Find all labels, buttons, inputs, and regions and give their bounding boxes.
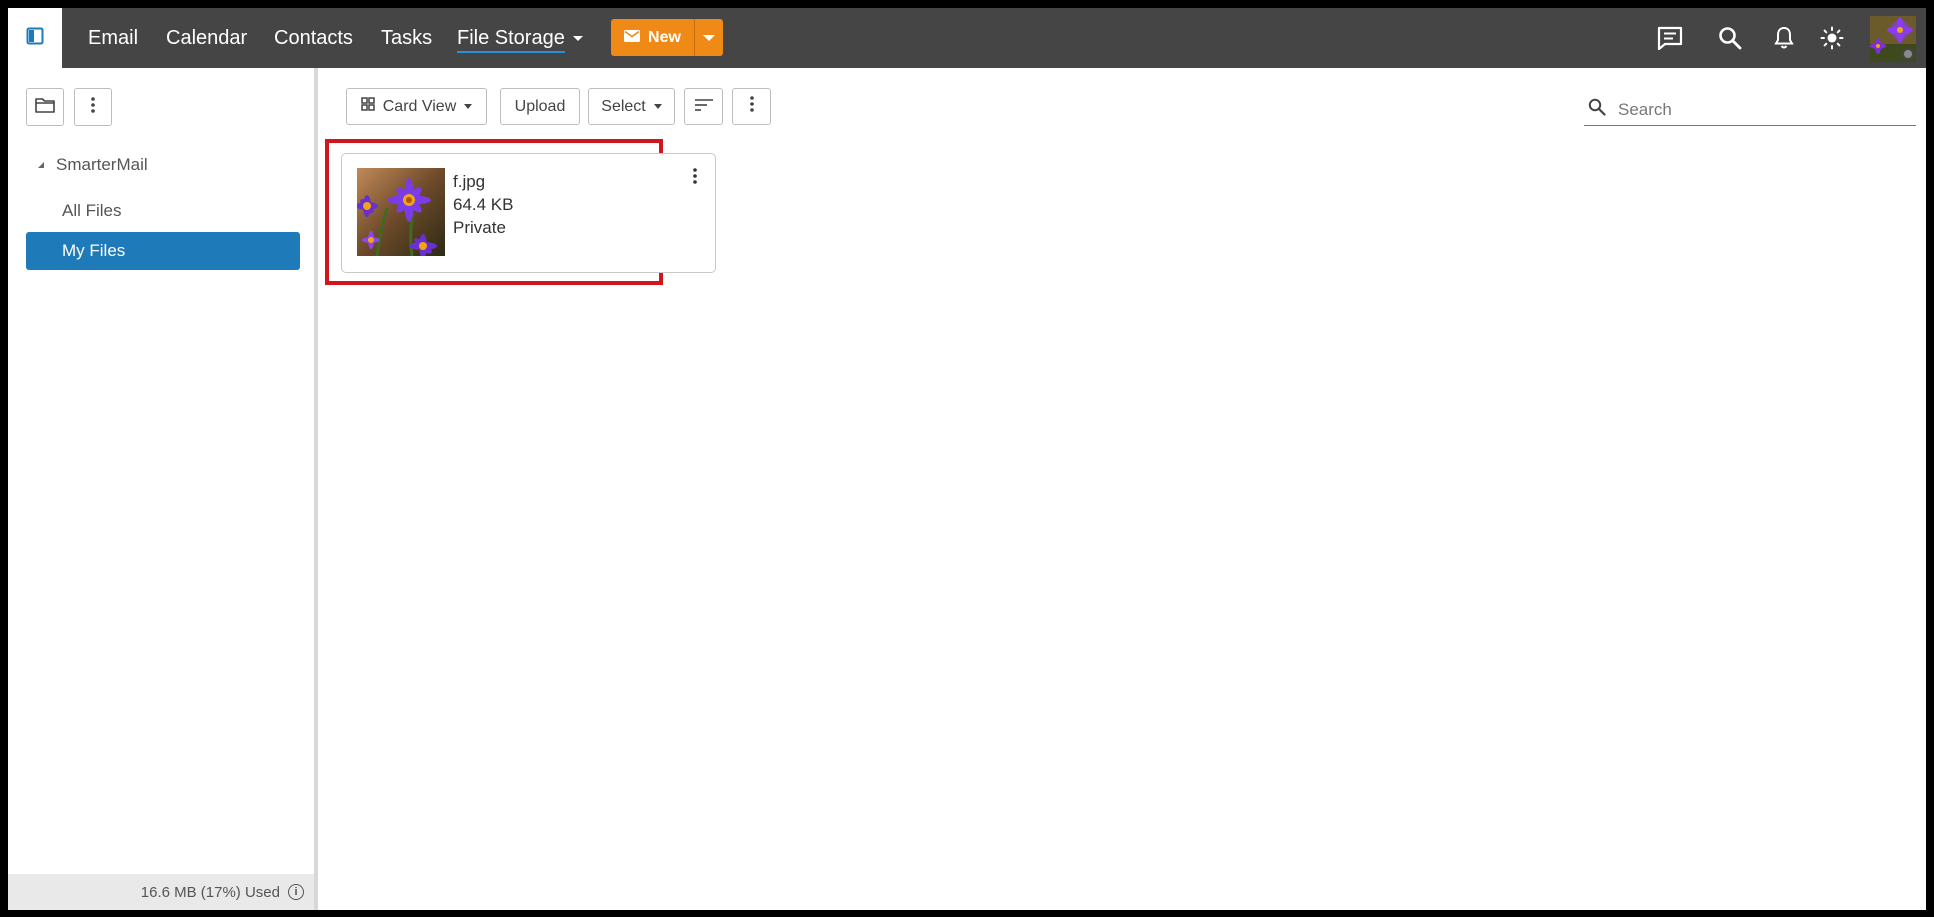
search-box [1584, 94, 1916, 126]
sidebar-toggle-button[interactable] [8, 8, 62, 68]
sidebar: SmarterMail All Files My Files 16.6 MB (… [8, 68, 318, 910]
nav-tasks[interactable]: Tasks [381, 8, 432, 68]
main-content: Card View Upload Select Search f.jpg 64.… [322, 68, 1926, 910]
file-name: f.jpg [453, 172, 486, 191]
nav-file-storage-label: File Storage [457, 27, 565, 53]
sun-icon[interactable] [1816, 22, 1848, 54]
select-label: Select [601, 97, 646, 115]
tree-item-my-files[interactable]: My Files [26, 232, 300, 270]
file-card-menu-button[interactable] [685, 166, 705, 190]
nav-contacts[interactable]: Contacts [274, 8, 353, 68]
expand-triangle-icon [38, 162, 44, 168]
sidebar-toggle-icon [26, 27, 44, 50]
tree-item-all-files[interactable]: All Files [26, 192, 300, 230]
nav-file-storage[interactable]: File Storage [457, 8, 583, 68]
nav-email[interactable]: Email [88, 8, 138, 68]
more-vertical-icon [749, 96, 754, 117]
toolbar-more-button[interactable] [732, 88, 771, 125]
file-visibility: Private [453, 218, 506, 237]
chat-icon[interactable] [1654, 22, 1686, 54]
chevron-down-icon [653, 104, 662, 109]
more-vertical-icon [693, 167, 697, 189]
storage-used-text: 16.6 MB (17%) Used [140, 883, 280, 901]
search-icon[interactable] [1714, 22, 1746, 54]
new-button-main[interactable]: New [611, 19, 694, 56]
chevron-down-icon [464, 104, 473, 109]
bell-icon[interactable] [1768, 22, 1800, 54]
view-mode-label: Card View [382, 97, 457, 115]
file-size: 64.4 KB [453, 195, 514, 214]
tree-root-smartermail[interactable]: SmarterMail [38, 155, 148, 175]
info-icon[interactable]: i [288, 884, 304, 900]
sort-button[interactable] [684, 88, 723, 125]
chevron-down-icon [703, 34, 715, 41]
top-navigation-bar: Email Calendar Contacts Tasks File Stora… [8, 8, 1926, 68]
new-button[interactable]: New [611, 19, 723, 56]
file-card[interactable]: f.jpg 64.4 KB Private [341, 153, 716, 273]
sort-icon [694, 98, 713, 116]
tree-root-label: SmarterMail [56, 155, 148, 174]
view-mode-dropdown[interactable]: Card View [346, 88, 487, 125]
new-dropdown-button[interactable] [694, 19, 723, 56]
app-window: Email Calendar Contacts Tasks File Stora… [8, 8, 1926, 910]
select-dropdown[interactable]: Select [588, 88, 675, 125]
presence-status-indicator [1902, 48, 1914, 60]
user-avatar[interactable] [1870, 16, 1916, 62]
folder-icon [35, 97, 55, 118]
chevron-down-icon [572, 36, 583, 42]
grid-view-icon [360, 97, 375, 116]
more-vertical-icon [91, 96, 95, 118]
file-info: f.jpg 64.4 KB Private [453, 170, 514, 239]
file-thumbnail [357, 168, 445, 256]
search-input[interactable] [1618, 99, 1898, 120]
new-button-label: New [648, 28, 681, 46]
nav-calendar[interactable]: Calendar [166, 8, 247, 68]
storage-usage-footer: 16.6 MB (17%) Used i [8, 874, 314, 910]
new-folder-button[interactable] [26, 88, 64, 126]
search-icon [1588, 98, 1606, 121]
envelope-icon [624, 29, 641, 47]
sidebar-more-button[interactable] [74, 88, 112, 126]
upload-button[interactable]: Upload [500, 88, 580, 125]
